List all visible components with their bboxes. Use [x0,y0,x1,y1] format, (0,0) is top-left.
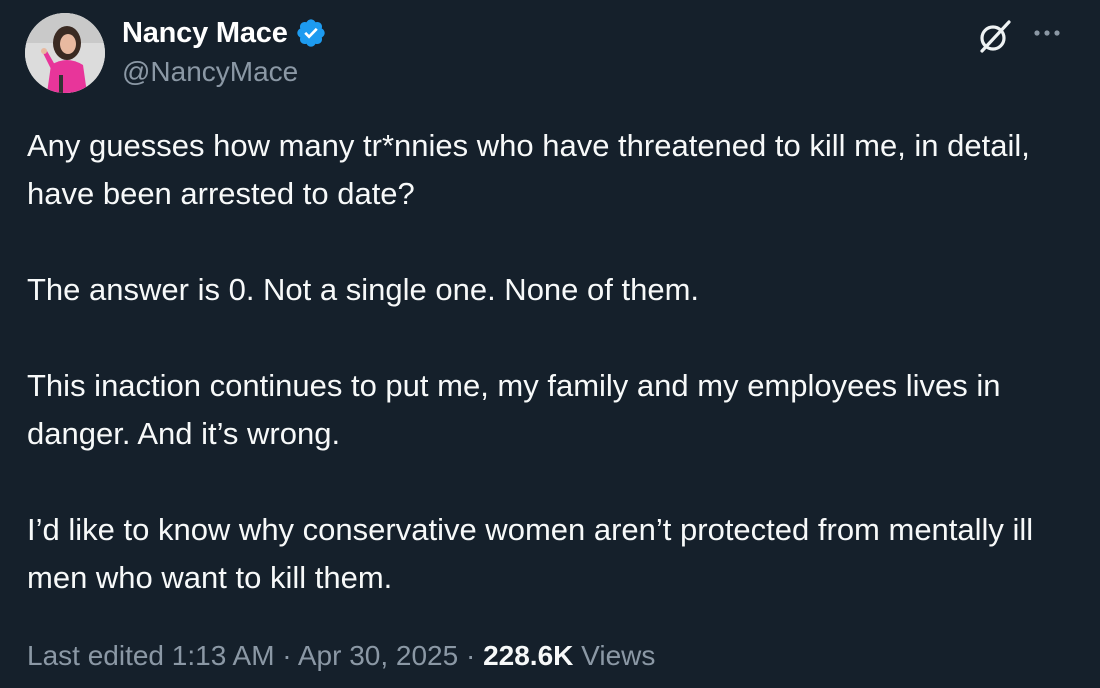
tweet-paragraph: The answer is 0. Not a single one. None … [27,272,700,307]
profile-photo [25,13,105,93]
more-options-icon[interactable] [1028,19,1068,47]
meta-separator: · [282,640,292,671]
grok-icon[interactable] [976,17,1014,55]
author-name-row: Nancy Mace [122,14,327,52]
tweet-paragraph: I’d like to know why conservative women … [27,512,1034,595]
tweet-time[interactable]: 1:13 AM [172,640,275,671]
tweet-card: Nancy Mace @NancyMace Any guesses how ma… [0,0,1100,688]
avatar[interactable] [25,13,105,93]
tweet-paragraph: Any guesses how many tr*nnies who have t… [27,128,1030,211]
verified-badge-icon [296,19,325,47]
tweet-paragraph: This inaction continues to put me, my fa… [27,368,1001,451]
edited-label[interactable]: Last edited [27,640,164,671]
meta-separator: · [465,640,476,671]
author-handle[interactable]: @NancyMace [122,56,298,88]
display-name[interactable]: Nancy Mace [122,17,288,50]
tweet-date[interactable]: Apr 30, 2025 [298,640,458,671]
tweet-meta: Last edited 1:13 AM · Apr 30, 2025 · 228… [27,634,655,678]
views-count[interactable]: 228.6K [483,640,573,671]
views-label: Views [581,640,656,671]
tweet-text: Any guesses how many tr*nnies who have t… [27,122,1077,602]
